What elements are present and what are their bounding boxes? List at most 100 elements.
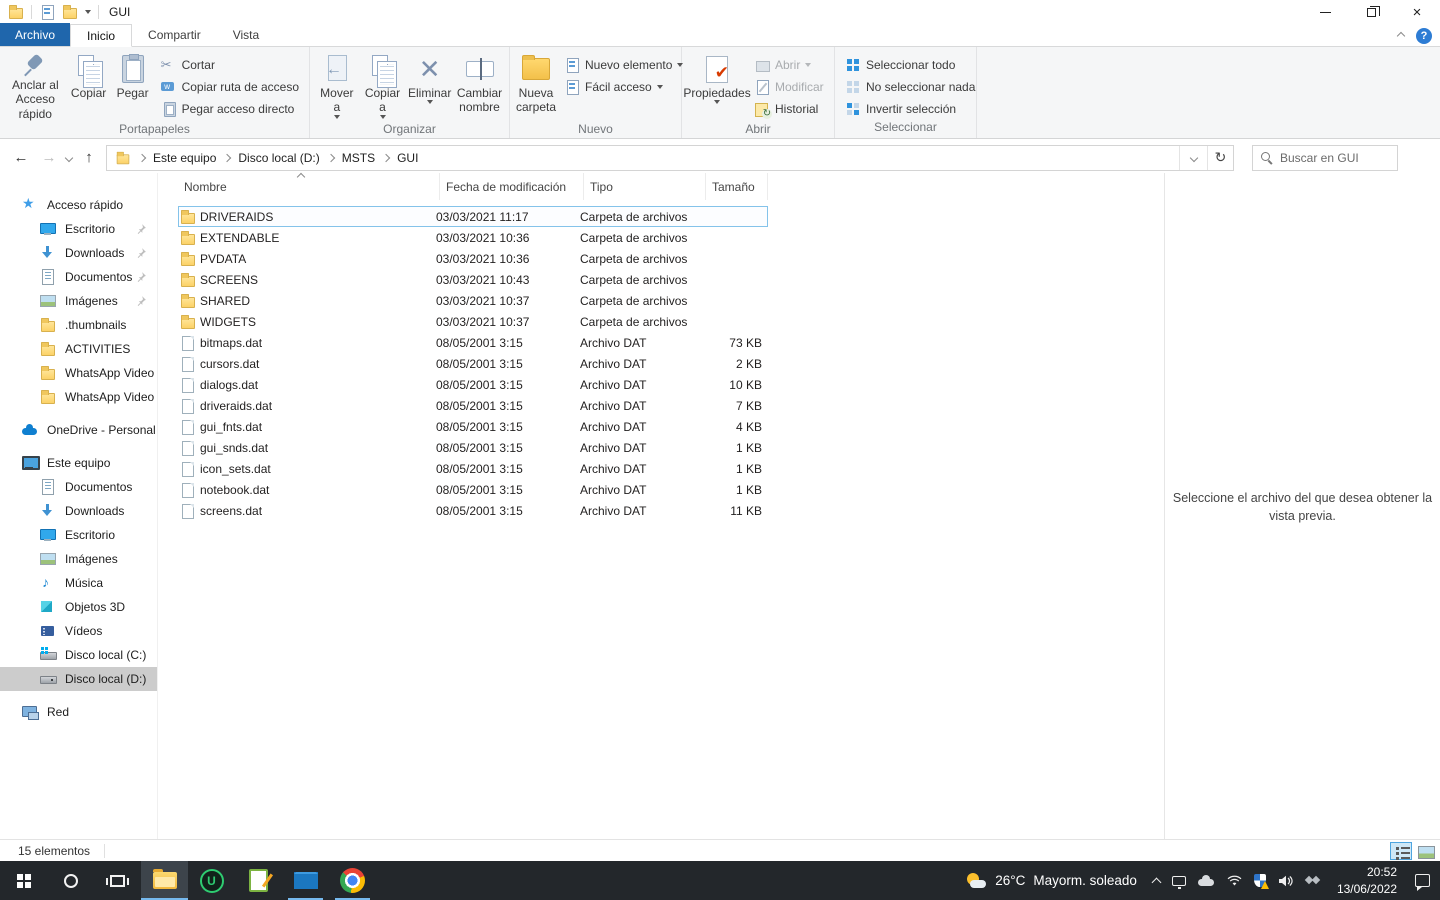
history-button[interactable]: Historial bbox=[748, 98, 830, 120]
breadcrumb-item[interactable]: GUI bbox=[397, 151, 418, 165]
file-row[interactable]: EXTENDABLE 03/03/2021 10:36 Carpeta de a… bbox=[178, 227, 768, 248]
tab-home[interactable]: Inicio bbox=[70, 24, 132, 47]
mail-taskbar-button[interactable] bbox=[282, 861, 329, 900]
move-to-button[interactable]: Mover a bbox=[314, 50, 360, 122]
easy-access-button[interactable]: Fácil acceso bbox=[558, 76, 689, 98]
file-row[interactable]: SHARED 03/03/2021 10:37 Carpeta de archi… bbox=[178, 290, 768, 311]
delete-button[interactable]: ✕ Eliminar bbox=[405, 50, 454, 122]
up-button[interactable]: ↑ bbox=[78, 149, 100, 166]
column-header-size[interactable]: Tamaño bbox=[706, 173, 768, 200]
back-button[interactable]: ← bbox=[10, 149, 32, 166]
clock[interactable]: 20:52 13/06/2022 bbox=[1327, 864, 1407, 896]
file-explorer-taskbar-button[interactable] bbox=[141, 861, 188, 900]
thumbnails-view-button[interactable] bbox=[1414, 842, 1436, 860]
paste-button[interactable]: Pegar bbox=[111, 50, 155, 122]
start-button[interactable] bbox=[0, 861, 47, 900]
sidebar-item[interactable]: Documentos bbox=[0, 265, 157, 289]
breadcrumb-item[interactable]: Este equipo bbox=[153, 151, 216, 165]
tab-view[interactable]: Vista bbox=[217, 23, 275, 46]
recent-locations-icon[interactable] bbox=[65, 153, 73, 161]
column-header-name[interactable]: Nombre bbox=[178, 173, 440, 200]
select-all-button[interactable]: Seleccionar todo bbox=[839, 54, 981, 76]
search-button[interactable] bbox=[47, 861, 94, 900]
pin-quick-access-button[interactable]: Anclar al Acceso rápido bbox=[4, 50, 67, 122]
file-row[interactable]: SCREENS 03/03/2021 10:43 Carpeta de arch… bbox=[178, 269, 768, 290]
rename-button[interactable]: Cambiar nombre bbox=[454, 50, 505, 122]
file-row[interactable]: cursors.dat 08/05/2001 3:15 Archivo DAT … bbox=[178, 353, 768, 374]
sidebar-item[interactable]: Documentos bbox=[0, 475, 157, 499]
file-row[interactable]: gui_fnts.dat 08/05/2001 3:15 Archivo DAT… bbox=[178, 416, 768, 437]
details-view-button[interactable] bbox=[1390, 842, 1412, 860]
onedrive-tray-button[interactable] bbox=[1192, 861, 1221, 900]
help-icon[interactable]: ? bbox=[1416, 28, 1432, 44]
copy-button[interactable]: Copiar bbox=[67, 50, 111, 122]
collapse-ribbon-icon[interactable] bbox=[1397, 32, 1405, 40]
select-none-button[interactable]: No seleccionar nada bbox=[839, 76, 981, 98]
breadcrumb-item[interactable]: MSTS bbox=[342, 151, 375, 165]
notepad-taskbar-button[interactable] bbox=[235, 861, 282, 900]
file-row[interactable]: screens.dat 08/05/2001 3:15 Archivo DAT … bbox=[178, 500, 768, 521]
copy-to-button[interactable]: Copiar a bbox=[360, 50, 406, 122]
sidebar-item[interactable]: .thumbnails bbox=[0, 313, 157, 337]
tab-share[interactable]: Compartir bbox=[132, 23, 217, 46]
security-tray-button[interactable] bbox=[1248, 861, 1272, 900]
column-header-date[interactable]: Fecha de modificación bbox=[440, 173, 584, 200]
file-row[interactable]: notebook.dat 08/05/2001 3:15 Archivo DAT… bbox=[178, 479, 768, 500]
sidebar-item[interactable]: Downloads bbox=[0, 499, 157, 523]
sidebar-item[interactable]: OneDrive - Personal bbox=[0, 418, 157, 442]
file-row[interactable]: driveraids.dat 08/05/2001 3:15 Archivo D… bbox=[178, 395, 768, 416]
sidebar-item[interactable]: Imágenes bbox=[0, 289, 157, 313]
properties-qat-icon[interactable] bbox=[39, 4, 55, 20]
search-box[interactable] bbox=[1252, 145, 1398, 171]
file-row[interactable]: WIDGETS 03/03/2021 10:37 Carpeta de arch… bbox=[178, 311, 768, 332]
sidebar-item[interactable]: ACTIVITIES bbox=[0, 337, 157, 361]
column-header-type[interactable]: Tipo bbox=[584, 173, 706, 200]
properties-button[interactable]: Propiedades bbox=[686, 50, 748, 122]
sidebar-item[interactable]: Objetos 3D bbox=[0, 595, 157, 619]
tab-file[interactable]: Archivo bbox=[0, 23, 70, 46]
iobit-taskbar-button[interactable]: U bbox=[188, 861, 235, 900]
volume-tray-button[interactable] bbox=[1272, 861, 1299, 900]
customize-qat-icon[interactable] bbox=[85, 10, 91, 14]
sidebar-item[interactable]: Red bbox=[0, 700, 157, 724]
sidebar-item[interactable]: Escritorio bbox=[0, 523, 157, 547]
address-dropdown-button[interactable] bbox=[1179, 146, 1207, 170]
sidebar-item[interactable]: Escritorio bbox=[0, 217, 157, 241]
minimize-button[interactable] bbox=[1302, 0, 1348, 24]
cut-button[interactable]: Cortar bbox=[155, 54, 305, 76]
refresh-button[interactable]: ↻ bbox=[1207, 146, 1233, 170]
file-row[interactable]: bitmaps.dat 08/05/2001 3:15 Archivo DAT … bbox=[178, 332, 768, 353]
hidden-icons-button[interactable] bbox=[1147, 861, 1166, 900]
sidebar-item[interactable]: Vídeos bbox=[0, 619, 157, 643]
file-row[interactable]: icon_sets.dat 08/05/2001 3:15 Archivo DA… bbox=[178, 458, 768, 479]
task-view-button[interactable] bbox=[94, 861, 141, 900]
file-row[interactable]: gui_snds.dat 08/05/2001 3:15 Archivo DAT… bbox=[178, 437, 768, 458]
sidebar-item[interactable]: Música bbox=[0, 571, 157, 595]
sidebar-item[interactable]: WhatsApp Video bbox=[0, 385, 157, 409]
dropbox-tray-button[interactable] bbox=[1299, 861, 1327, 900]
network-tray-button[interactable] bbox=[1221, 861, 1248, 900]
sidebar-item[interactable]: Imágenes bbox=[0, 547, 157, 571]
chrome-taskbar-button[interactable] bbox=[329, 861, 376, 900]
cast-tray-button[interactable] bbox=[1166, 861, 1192, 900]
sidebar-item[interactable]: Downloads bbox=[0, 241, 157, 265]
file-row[interactable]: PVDATA 03/03/2021 10:36 Carpeta de archi… bbox=[178, 248, 768, 269]
address-bar[interactable]: Este equipo Disco local (D:) MSTS GUI ↻ bbox=[106, 145, 1234, 171]
sidebar-item[interactable]: Este equipo bbox=[0, 451, 157, 475]
weather-widget[interactable]: 26°C Mayorm. soleado bbox=[955, 872, 1147, 890]
new-folder-qat-icon[interactable] bbox=[62, 4, 78, 20]
sidebar-item[interactable]: Acceso rápido bbox=[0, 193, 157, 217]
file-row[interactable]: dialogs.dat 08/05/2001 3:15 Archivo DAT … bbox=[178, 374, 768, 395]
invert-selection-button[interactable]: Invertir selección bbox=[839, 98, 981, 120]
sidebar-item[interactable]: Disco local (D:) bbox=[0, 667, 157, 691]
new-item-button[interactable]: Nuevo elemento bbox=[558, 54, 689, 76]
search-input[interactable] bbox=[1280, 151, 1389, 165]
file-row[interactable]: DRIVERAIDS 03/03/2021 11:17 Carpeta de a… bbox=[178, 206, 768, 227]
restore-button[interactable] bbox=[1348, 0, 1394, 24]
new-folder-button[interactable]: Nueva carpeta bbox=[514, 50, 558, 122]
sidebar-item[interactable]: WhatsApp Video bbox=[0, 361, 157, 385]
copy-path-button[interactable]: Copiar ruta de acceso bbox=[155, 76, 305, 98]
sidebar-item[interactable]: Disco local (C:) bbox=[0, 643, 157, 667]
action-center-icon[interactable] bbox=[1415, 874, 1430, 887]
breadcrumb-item[interactable]: Disco local (D:) bbox=[238, 151, 319, 165]
